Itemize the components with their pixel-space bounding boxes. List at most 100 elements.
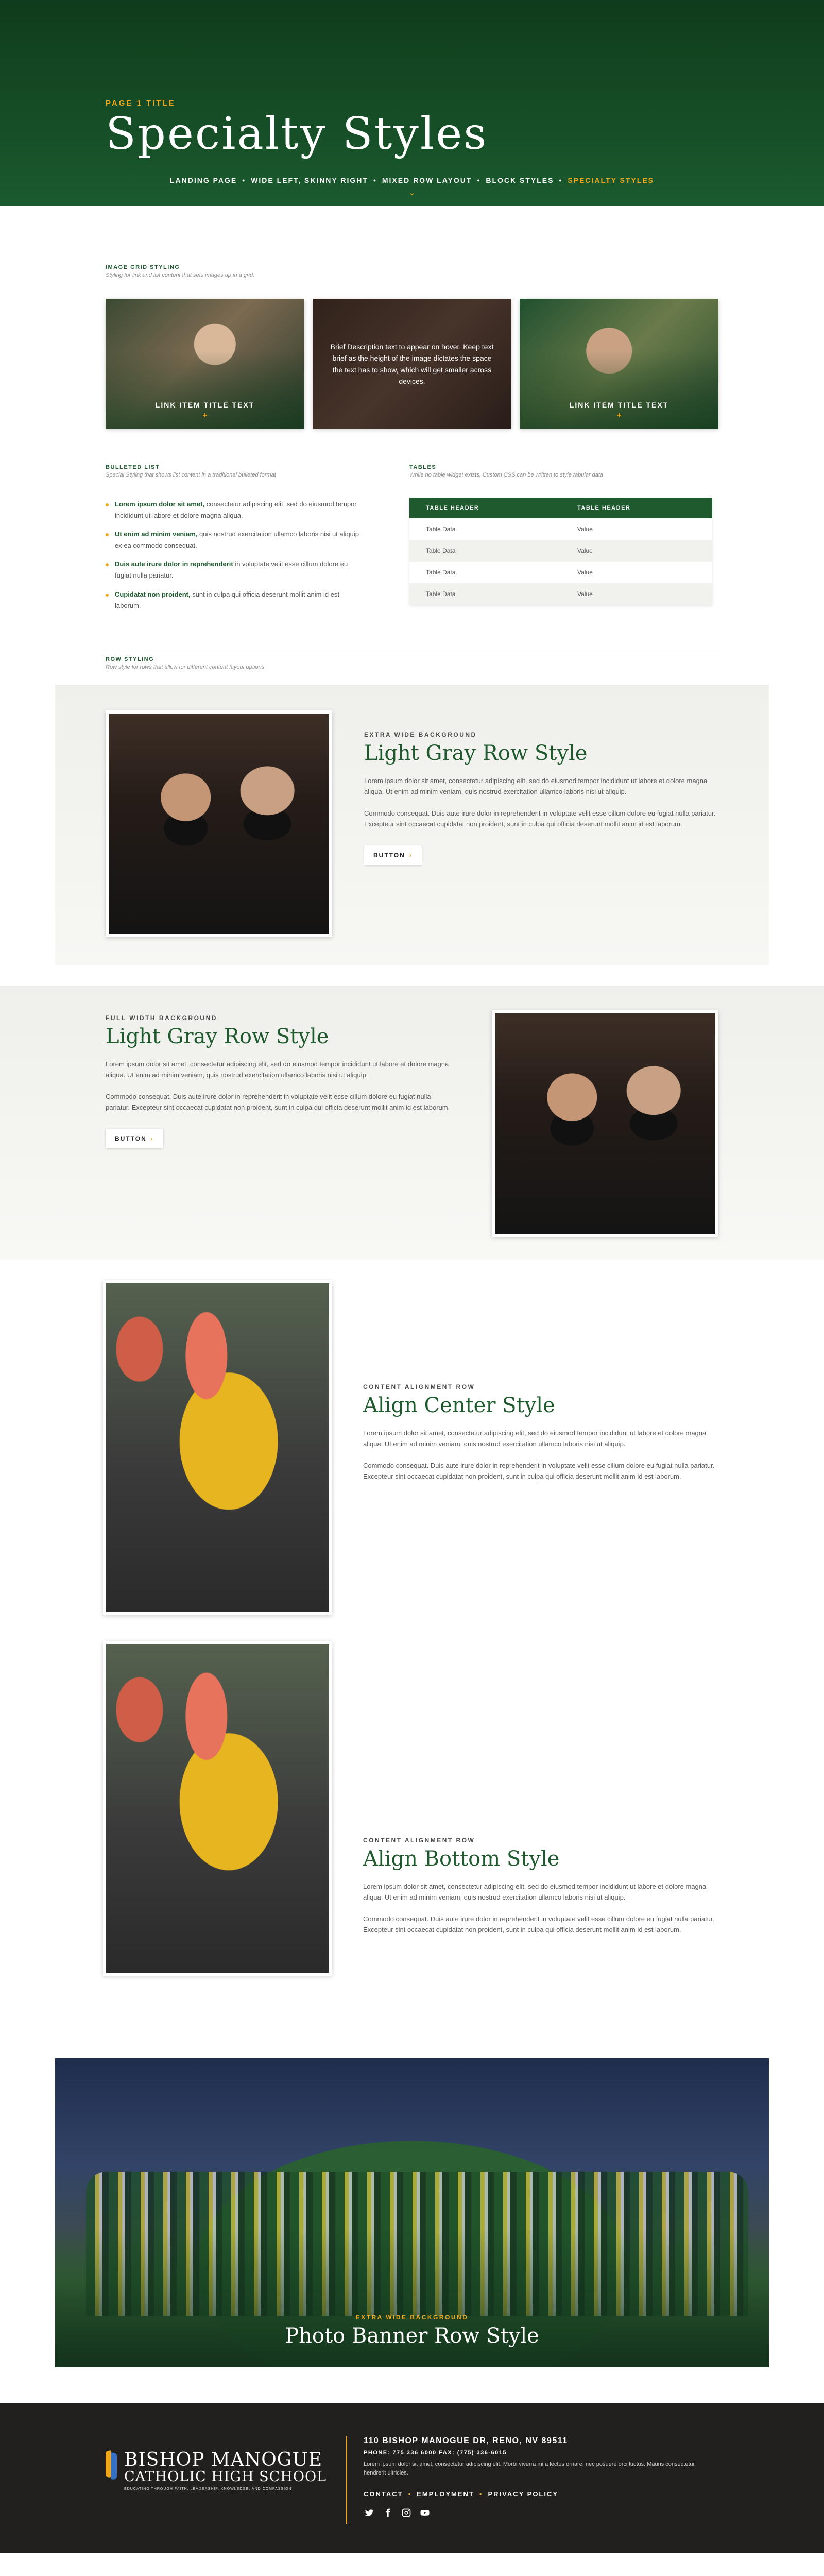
row-styling-header: ROW STYLING Row style for rows that allo…: [106, 650, 718, 670]
row-paragraph: Lorem ipsum dolor sit amet, consectetur …: [364, 776, 708, 796]
students-photo: [109, 713, 329, 934]
row-paragraph: Commodo consequat. Duis aute irure dolor…: [363, 1914, 715, 1934]
hero-banner: Page 1 Title Specialty Styles LANDING PA…: [0, 0, 824, 206]
row-paragraph: Lorem ipsum dolor sit amet, consectetur …: [363, 1882, 707, 1902]
row-eyebrow: EXTRA WIDE BACKGROUND: [364, 731, 477, 738]
nav-separator: •: [242, 176, 246, 184]
data-table: TABLE HEADER TABLE HEADER Table Data Valu…: [409, 498, 712, 605]
grid-tile-2[interactable]: Brief Description text to appear on hove…: [313, 299, 511, 429]
row-paragraph: Lorem ipsum dolor sit amet, consectetur …: [363, 1429, 707, 1448]
table-header: TABLE HEADER: [561, 498, 712, 518]
school-logo[interactable]: BISHOP MANOGUE CATHOLIC HIGH SCHOOL EDUC…: [106, 2449, 327, 2492]
table-cell: Table Data: [426, 569, 456, 576]
students-photo: [495, 1013, 715, 1234]
youtube-icon[interactable]: [419, 2507, 431, 2518]
logo-subtitle: CATHOLIC HIGH SCHOOL: [124, 2468, 327, 2485]
tile-title: LINK ITEM TITLE TEXT: [569, 401, 669, 409]
footer-link-contact[interactable]: CONTACT: [364, 2490, 403, 2498]
row-content: CONTENT ALIGNMENT ROW Align Bottom Style…: [363, 1837, 718, 1936]
table-row: Table Data Value: [409, 583, 712, 605]
extra-wide-gray-row: EXTRA WIDE BACKGROUND Light Gray Row Sty…: [55, 684, 769, 965]
site-footer: BISHOP MANOGUE CATHOLIC HIGH SCHOOL EDUC…: [0, 2403, 824, 2553]
row-paragraph: Commodo consequat. Duis aute irure dolor…: [363, 1461, 715, 1481]
logo-name: BISHOP MANOGUE: [124, 2449, 323, 2470]
instagram-icon[interactable]: [401, 2507, 412, 2518]
nav-landing-page[interactable]: LANDING PAGE: [170, 176, 237, 184]
table-cell: Value: [561, 583, 712, 605]
bulleted-list: Lorem ipsum dolor sit amet, consectetur …: [106, 499, 363, 612]
facebook-icon[interactable]: [382, 2507, 393, 2518]
tables-label: TABLES: [409, 464, 437, 470]
row-photo: [492, 1010, 718, 1237]
banner-title: Photo Banner Row Style: [285, 2324, 539, 2348]
table-row: Table Data Value: [409, 518, 712, 540]
table-header-row: TABLE HEADER TABLE HEADER: [409, 498, 712, 518]
footer-address: 110 BISHOP MANOGUE DR, RENO, NV 89511: [364, 2436, 568, 2445]
nav-separator: •: [477, 176, 481, 184]
nav-separator: •: [559, 176, 563, 184]
row-paragraph: Lorem ipsum dolor sit amet, consectetur …: [106, 1060, 449, 1079]
row-content: EXTRA WIDE BACKGROUND Light Gray Row Sty…: [364, 731, 719, 865]
twitter-icon[interactable]: [364, 2507, 375, 2518]
grid-tile-3[interactable]: LINK ITEM TITLE TEXT +: [520, 299, 718, 429]
row-eyebrow: FULL WIDTH BACKGROUND: [106, 1014, 217, 1022]
bulleted-sub: Special Styling that shows list content …: [106, 472, 276, 478]
row-title: Align Center Style: [363, 1393, 555, 1417]
list-item-bold: Lorem ipsum dolor sit amet,: [115, 500, 205, 508]
plus-icon: +: [202, 411, 208, 420]
tile-overlay: [520, 299, 718, 429]
list-item: Ut enim ad minim veniam, quis nostrud ex…: [106, 529, 363, 551]
footer-phone: PHONE: 775 336 6000 FAX: (775) 336-6015: [364, 2449, 507, 2456]
row-button[interactable]: BUTTON ›: [364, 845, 422, 865]
align-center-row: CONTENT ALIGNMENT ROW Align Center Style…: [0, 1280, 824, 1641]
list-item: Cupidatat non proident, sunt in culpa qu…: [106, 589, 363, 612]
table-cell: Value: [561, 540, 712, 562]
nav-block-styles[interactable]: BLOCK STYLES: [486, 176, 554, 184]
align-bottom-row: CONTENT ALIGNMENT ROW Align Bottom Style…: [0, 1640, 824, 2002]
chevron-down-icon: ⌄: [408, 189, 416, 197]
shield-logo-icon: [106, 2450, 119, 2482]
link-separator: •: [479, 2489, 483, 2498]
table-row: Table Data Value: [409, 562, 712, 583]
table-cell: Table Data: [409, 540, 561, 562]
row-title: Align Bottom Style: [363, 1846, 560, 1871]
photo-banner-row: EXTRA WIDE BACKGROUND Photo Banner Row S…: [55, 2058, 769, 2367]
hero-eyebrow: Page 1 Title: [106, 99, 176, 108]
logo-tagline: EDUCATING THROUGH FAITH, LEADERSHIP, KNO…: [124, 2487, 292, 2492]
footer-link-employment[interactable]: EMPLOYMENT: [417, 2490, 474, 2498]
list-and-table: BULLETED LIST Special Styling that shows…: [106, 459, 718, 619]
banner-eyebrow: EXTRA WIDE BACKGROUND: [355, 2313, 469, 2321]
grid-tile-1[interactable]: LINK ITEM TITLE TEXT +: [106, 299, 304, 429]
row-photo: [103, 1640, 332, 1976]
bulleted-label: BULLETED LIST: [106, 464, 160, 470]
button-label: BUTTON: [115, 1134, 147, 1142]
list-item: Lorem ipsum dolor sit amet, consectetur …: [106, 499, 363, 521]
banner-content: EXTRA WIDE BACKGROUND Photo Banner Row S…: [55, 2314, 769, 2348]
table-cell: Table Data: [426, 526, 456, 533]
nav-specialty-styles[interactable]: SPECIALTY STYLES: [568, 176, 654, 184]
chevron-right-icon: ›: [150, 1134, 154, 1142]
nav-wide-left[interactable]: WIDE LEFT, SKINNY RIGHT: [251, 176, 368, 184]
lab-photo: [106, 1643, 329, 1973]
row-title: Light Gray Row Style: [364, 741, 588, 765]
lab-photo: [106, 1283, 329, 1612]
plus-icon: +: [616, 411, 622, 420]
footer-link-privacy[interactable]: PRIVACY POLICY: [488, 2490, 558, 2498]
footer-info: 110 BISHOP MANOGUE DR, RENO, NV 89511 PH…: [364, 2436, 724, 2518]
table-row: Table Data Value: [409, 540, 712, 562]
row-paragraph: Commodo consequat. Duis aute irure dolor…: [106, 1092, 450, 1112]
image-grid-label: IMAGE GRID STYLING: [106, 264, 180, 270]
nav-mixed-row[interactable]: MIXED ROW LAYOUT: [382, 176, 472, 184]
row-eyebrow: CONTENT ALIGNMENT ROW: [363, 1383, 475, 1391]
image-grid: LINK ITEM TITLE TEXT + Brief Description…: [106, 299, 718, 429]
image-grid-section: IMAGE GRID STYLING Styling for link and …: [106, 206, 718, 670]
table-block: TABLES While no table widget exists, Cus…: [409, 459, 713, 619]
list-item-bold: Cupidatat non proident,: [115, 590, 191, 598]
row-photo: [103, 1280, 332, 1615]
button-label: BUTTON: [373, 851, 405, 859]
footer-divider: [346, 2436, 347, 2524]
tile-title: LINK ITEM TITLE TEXT: [155, 401, 255, 409]
footer-fine-print: Lorem ipsum dolor sit amet, consectetur …: [364, 2461, 695, 2476]
row-button[interactable]: BUTTON ›: [106, 1128, 163, 1148]
footer-links: CONTACT • EMPLOYMENT • PRIVACY POLICY: [364, 2490, 724, 2498]
